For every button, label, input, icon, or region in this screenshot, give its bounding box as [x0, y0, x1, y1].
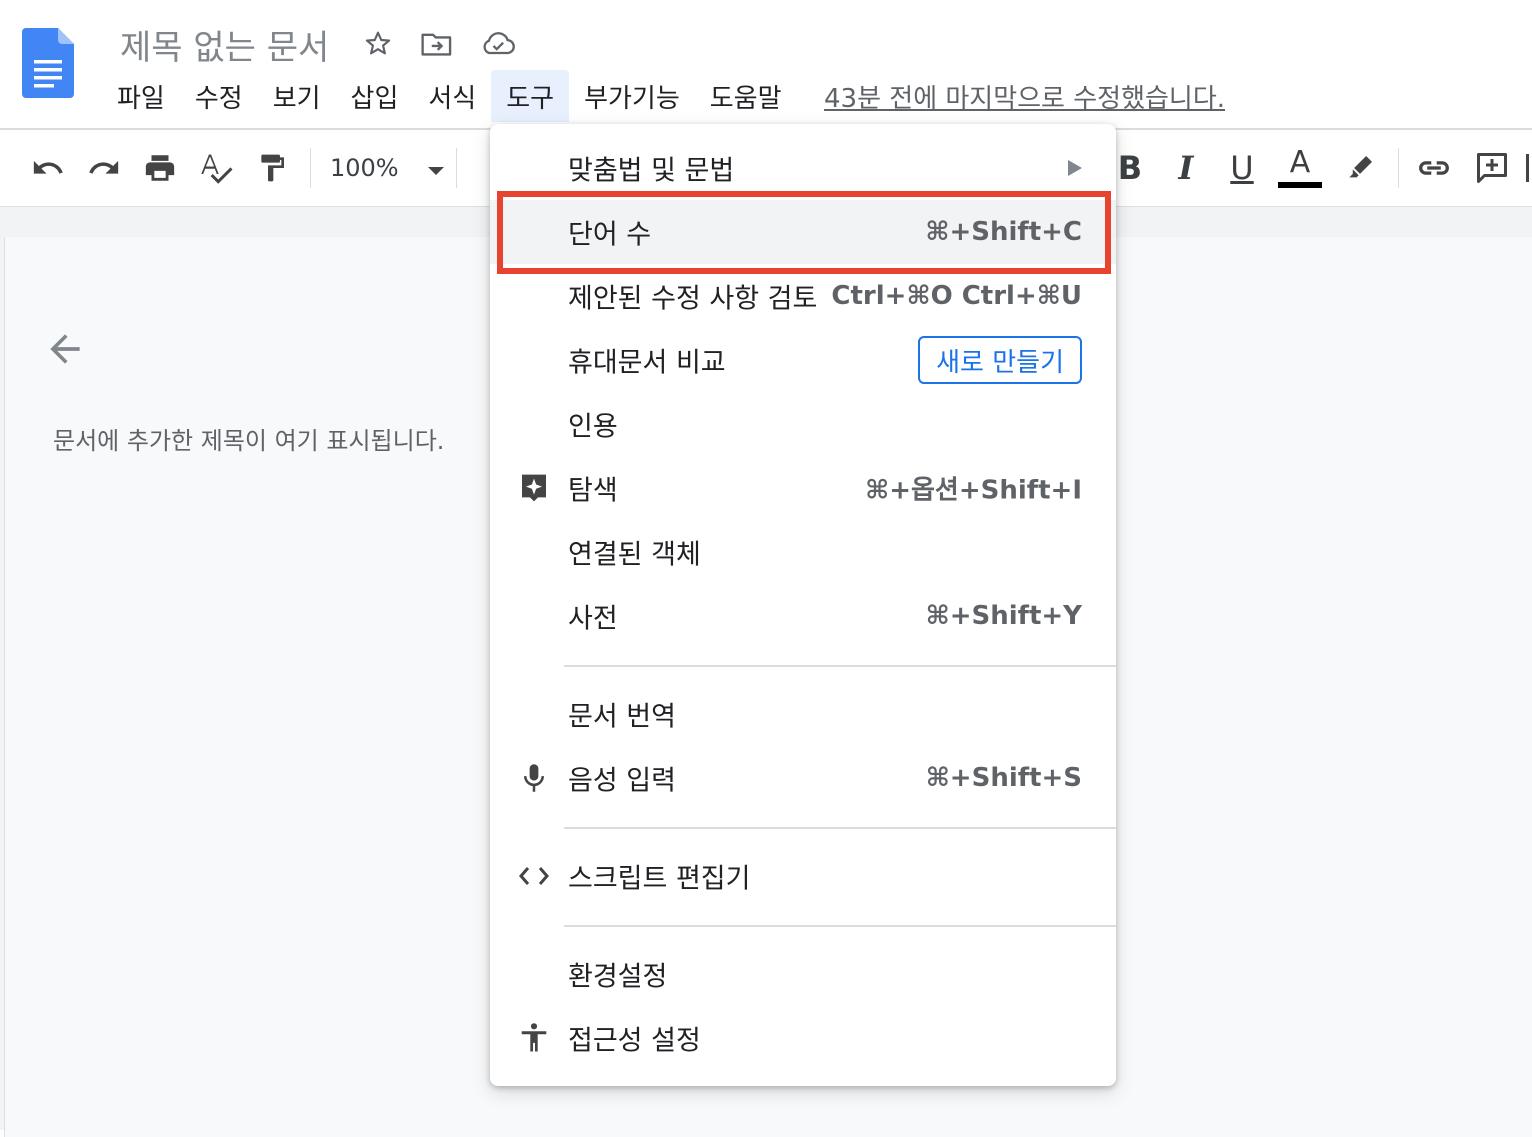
- menu-item-dictionary[interactable]: 사전 ⌘+Shift+Y: [490, 584, 1116, 648]
- spellcheck-icon[interactable]: [192, 144, 240, 192]
- menu-item-linked-objects[interactable]: 연결된 객체: [490, 520, 1116, 584]
- code-icon: [518, 860, 550, 892]
- tools-menu-dropdown: 맞춤법 및 문법 단어 수 ⌘+Shift+C 제안된 수정 사항 검토 Ctr…: [490, 124, 1116, 1086]
- text-color-icon: A: [1289, 145, 1311, 180]
- star-icon[interactable]: [360, 26, 396, 62]
- menu-item-label: 문서 번역: [568, 701, 676, 733]
- more-options-icon[interactable]: [1522, 144, 1532, 192]
- undo-icon[interactable]: [24, 144, 72, 192]
- last-edit-link[interactable]: 43분 전에 마지막으로 수정했습니다.: [824, 78, 1225, 115]
- link-icon[interactable]: [1410, 144, 1458, 192]
- menu-format[interactable]: 서식: [413, 70, 491, 122]
- menu-item-voice-typing[interactable]: 음성 입력 ⌘+Shift+S: [490, 746, 1116, 810]
- menu-item-translate-document[interactable]: 문서 번역: [490, 682, 1116, 746]
- paint-format-icon[interactable]: [248, 144, 296, 192]
- menu-item-label: 탐색: [568, 475, 618, 507]
- zoom-select[interactable]: 100%: [330, 150, 445, 186]
- menu-help[interactable]: 도움말: [695, 70, 797, 122]
- toolbar-divider: [1398, 148, 1399, 188]
- menu-file[interactable]: 파일: [102, 70, 180, 122]
- menu-item-shortcut: ⌘+Shift+Y: [925, 601, 1082, 631]
- highlight-icon[interactable]: [1336, 144, 1384, 192]
- menu-item-label: 인용: [568, 411, 618, 443]
- bold-icon: B: [1117, 149, 1143, 187]
- new-badge-button[interactable]: 새로 만들기: [918, 336, 1082, 384]
- menu-item-review-suggestions[interactable]: 제안된 수정 사항 검토 Ctrl+⌘O Ctrl+⌘U: [490, 264, 1116, 328]
- menu-item-accessibility-settings[interactable]: 접근성 설정: [490, 1006, 1116, 1070]
- menu-addons[interactable]: 부가기능: [569, 70, 695, 122]
- menu-item-label: 제안된 수정 사항 검토: [568, 283, 818, 315]
- menu-item-shortcut: ⌘+Shift+S: [925, 763, 1082, 793]
- menu-view[interactable]: 보기: [258, 70, 336, 122]
- accessibility-icon: [518, 1022, 550, 1054]
- menu-item-label: 맞춤법 및 문법: [568, 155, 735, 187]
- menu-item-label: 사전: [568, 603, 618, 635]
- menu-item-shortcut: ⌘+Shift+C: [925, 217, 1082, 247]
- document-title[interactable]: 제목 없는 문서: [120, 20, 329, 69]
- menu-insert[interactable]: 삽입: [336, 70, 414, 122]
- menu-item-citations[interactable]: 인용: [490, 392, 1116, 456]
- underline-icon: U: [1230, 149, 1254, 187]
- microphone-icon: [518, 762, 550, 794]
- redo-icon[interactable]: [80, 144, 128, 192]
- menu-edit[interactable]: 수정: [180, 70, 258, 122]
- underline-button[interactable]: U: [1218, 144, 1266, 192]
- menu-item-shortcut: ⌘+옵션+Shift+I: [865, 475, 1082, 506]
- menu-item-label: 환경설정: [568, 961, 668, 993]
- text-color-button[interactable]: A: [1276, 144, 1324, 192]
- docs-header: 제목 없는 문서 파일 수정 보기 삽입 서식 도구 부가기능 도움말 43분 …: [0, 0, 1532, 130]
- toolbar-divider: [310, 148, 311, 188]
- menu-item-preferences[interactable]: 환경설정: [490, 942, 1116, 1006]
- italic-button[interactable]: I: [1162, 144, 1210, 192]
- menu-item-label: 음성 입력: [568, 765, 676, 797]
- add-comment-icon[interactable]: [1468, 144, 1516, 192]
- zoom-value: 100%: [330, 154, 399, 182]
- menu-item-shortcut: Ctrl+⌘O Ctrl+⌘U: [831, 281, 1082, 311]
- menu-item-compare-documents[interactable]: 휴대문서 비교 새로 만들기: [490, 328, 1116, 392]
- menu-divider: [564, 827, 1116, 829]
- submenu-arrow-icon: [1068, 160, 1082, 176]
- menu-item-label: 스크립트 편집기: [568, 863, 751, 895]
- back-arrow-icon[interactable]: [43, 327, 87, 371]
- menu-item-word-count[interactable]: 단어 수 ⌘+Shift+C: [490, 200, 1116, 264]
- menu-item-spelling-grammar[interactable]: 맞춤법 및 문법: [490, 136, 1116, 200]
- chevron-down-icon: [427, 154, 445, 182]
- italic-icon: I: [1178, 149, 1194, 187]
- toolbar-divider: [456, 148, 457, 188]
- explore-icon: [518, 472, 550, 504]
- menu-item-script-editor[interactable]: 스크립트 편집기: [490, 844, 1116, 908]
- menu-divider: [564, 665, 1116, 667]
- menu-item-label: 연결된 객체: [568, 539, 701, 571]
- print-icon[interactable]: [136, 144, 184, 192]
- menu-divider: [564, 925, 1116, 927]
- menu-bar: 파일 수정 보기 삽입 서식 도구 부가기능 도움말: [102, 70, 797, 122]
- menu-tools[interactable]: 도구: [491, 70, 570, 122]
- outline-empty-hint: 문서에 추가한 제목이 여기 표시됩니다.: [53, 427, 445, 455]
- cloud-saved-icon[interactable]: [480, 26, 516, 62]
- menu-item-label: 휴대문서 비교: [568, 347, 726, 379]
- docs-logo-icon[interactable]: [22, 28, 74, 100]
- menu-item-label: 단어 수: [568, 219, 652, 251]
- menu-item-explore[interactable]: 탐색 ⌘+옵션+Shift+I: [490, 456, 1116, 520]
- move-to-folder-icon[interactable]: [419, 26, 455, 62]
- text-color-swatch: [1278, 182, 1322, 188]
- menu-item-label: 접근성 설정: [568, 1025, 701, 1057]
